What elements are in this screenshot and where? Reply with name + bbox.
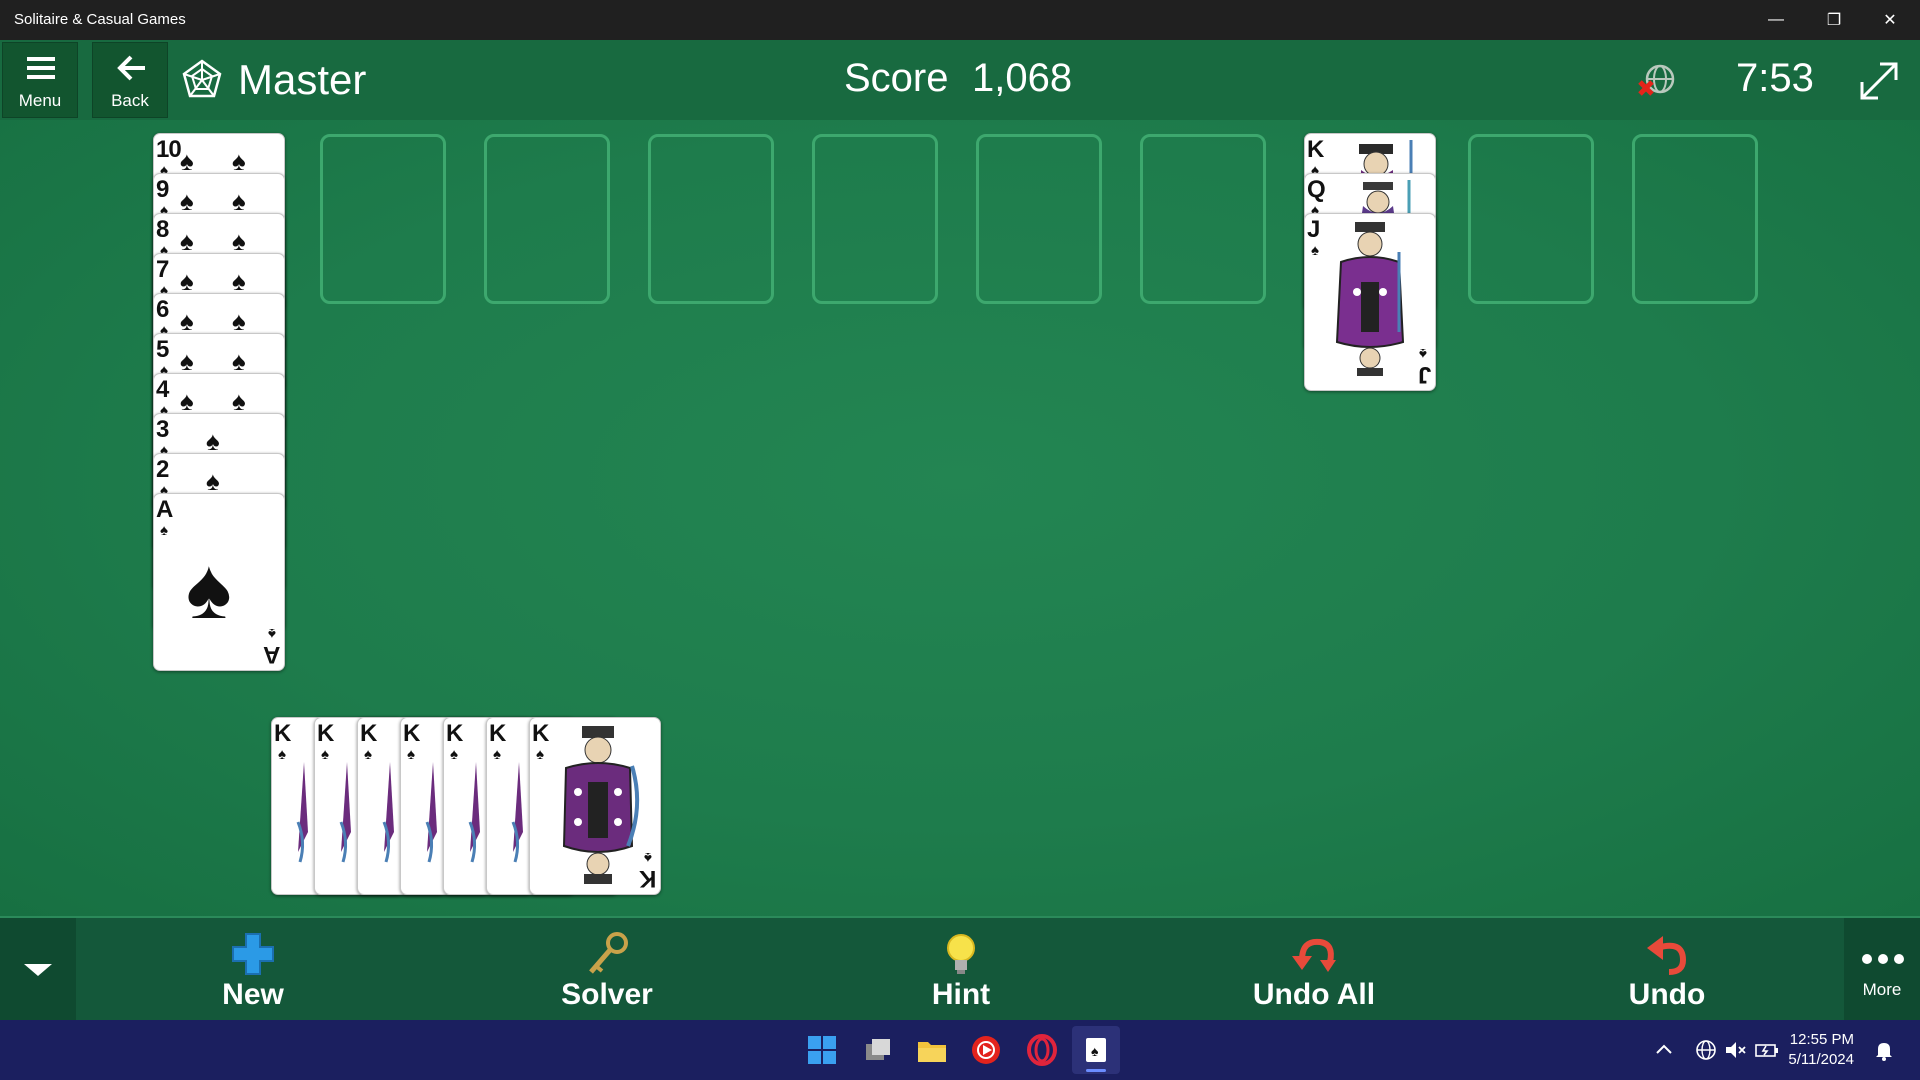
offline-globe-icon <box>1638 64 1675 96</box>
spade-icon: ♠ <box>364 746 372 763</box>
more-button[interactable]: More <box>1844 918 1920 1022</box>
youtube-music-icon[interactable] <box>970 1034 1002 1066</box>
empty-column-slot[interactable] <box>484 134 610 304</box>
game-header: Menu Back Master Score 1,068 7:53 <box>0 40 1920 120</box>
spade-icon: ♠ <box>278 746 286 763</box>
chevron-down-icon <box>24 964 52 976</box>
more-label: More <box>1862 980 1902 999</box>
solver-label: Solver <box>561 978 653 1011</box>
empty-column-slot[interactable] <box>812 134 938 304</box>
empty-column-slot[interactable] <box>1140 134 1266 304</box>
battery-icon[interactable] <box>1754 1038 1780 1062</box>
chevron-up-icon[interactable] <box>1654 1042 1674 1056</box>
score-value: 1,068 <box>972 56 1073 100</box>
spade-icon: ♠ <box>493 746 501 763</box>
spade-icon: ♠ <box>1419 345 1427 362</box>
spade-icon: ♠ <box>450 746 458 763</box>
restore-button[interactable]: ❐ <box>1806 0 1862 40</box>
spade-icon: ♠ <box>321 746 329 763</box>
title-bar: Solitaire & Casual Games — ❐ ✕ <box>0 0 1920 40</box>
os-taskbar: ♠ 12:55 PM 5/11/2024 <box>0 1020 1920 1080</box>
plus-icon <box>232 933 274 975</box>
empty-column-slot[interactable] <box>320 134 446 304</box>
spade-icon: ♠ <box>644 849 652 866</box>
hamburger-icon <box>27 57 55 79</box>
spade-icon: ♠ <box>407 746 415 763</box>
more-dots-icon <box>1862 954 1904 964</box>
svg-text:♠: ♠ <box>1091 1043 1099 1059</box>
empty-column-slot[interactable] <box>1632 134 1758 304</box>
level-indicator: Master <box>180 56 366 104</box>
undo-arrow-icon <box>1647 936 1687 975</box>
king-face-art <box>562 726 640 884</box>
jack-face-art <box>1335 222 1405 376</box>
active-app-indicator <box>1086 1069 1106 1072</box>
back-arrow-icon <box>117 55 145 81</box>
solitaire-taskbar-button[interactable]: ♠ <box>1072 1026 1120 1074</box>
close-button[interactable]: ✕ <box>1862 0 1918 40</box>
clock-area[interactable]: 12:55 PM 5/11/2024 <box>1788 1030 1854 1070</box>
spade-icon: ♠ <box>1311 242 1319 259</box>
window-title: Solitaire & Casual Games <box>14 11 186 28</box>
king-sword-art <box>339 762 351 863</box>
bottom-toolbar: New Solver Hint Undo All Undo More <box>0 916 1920 1022</box>
playing-card[interactable]: A ♠ ♠ A ♠ <box>153 493 285 671</box>
king-sword-art <box>511 762 523 863</box>
task-view-icon[interactable] <box>862 1034 894 1066</box>
opera-browser-icon[interactable] <box>1026 1034 1058 1066</box>
game-timer: 7:53 <box>1736 56 1814 100</box>
undo-all-icon <box>1292 938 1336 972</box>
undo-button[interactable]: Undo <box>1594 918 1740 1022</box>
windows-start-icon[interactable] <box>806 1034 838 1066</box>
undo-all-button[interactable]: Undo All <box>1234 918 1394 1022</box>
spider-web-icon <box>182 59 222 98</box>
score-label: Score <box>844 56 949 100</box>
undo-label: Undo <box>1628 978 1706 1011</box>
clock-time: 12:55 PM <box>1789 1031 1854 1048</box>
spade-icon: ♠ <box>160 522 168 539</box>
network-icon[interactable] <box>1694 1038 1718 1062</box>
play-area: 10 ♠ ♠ ♠ 9 ♠ ♠ ♠ 8 ♠ ♠ ♠ 7 ♠ ♠ ♠ 6 ♠ ♠ ♠ <box>0 120 1920 916</box>
level-name: Master <box>238 56 367 103</box>
king-sword-art <box>382 762 394 863</box>
ace-spade-center: ♠ <box>186 541 232 637</box>
playing-card[interactable]: J ♠ J ♠ <box>1304 213 1436 391</box>
solitaire-app-icon: ♠ <box>1086 1038 1106 1062</box>
solver-button[interactable]: Solver <box>534 918 680 1022</box>
clock-date: 5/11/2024 <box>1788 1051 1854 1068</box>
empty-column-slot[interactable] <box>1468 134 1594 304</box>
fullscreen-icon[interactable] <box>1856 58 1902 104</box>
menu-button[interactable]: Menu <box>2 42 78 118</box>
collapse-toolbar-button[interactable] <box>0 918 76 1022</box>
spade-icon: ♠ <box>536 746 544 763</box>
stock-card[interactable]: K ♠ K ♠ <box>529 717 661 895</box>
new-label: New <box>222 978 284 1011</box>
back-button[interactable]: Back <box>92 42 168 118</box>
file-explorer-icon[interactable] <box>916 1034 948 1066</box>
speaker-muted-icon[interactable] <box>1724 1038 1748 1062</box>
menu-label: Menu <box>18 91 62 110</box>
undo-all-label: Undo All <box>1252 978 1376 1011</box>
spade-icon: ♠ <box>268 625 276 642</box>
lightbulb-icon <box>947 934 975 974</box>
minimize-button[interactable]: — <box>1748 0 1804 40</box>
king-sword-art <box>296 762 308 863</box>
empty-column-slot[interactable] <box>648 134 774 304</box>
hint-button[interactable]: Hint <box>888 918 1034 1022</box>
hint-label: Hint <box>931 978 991 1011</box>
back-label: Back <box>111 91 149 110</box>
king-sword-art <box>468 762 480 863</box>
new-game-button[interactable]: New <box>180 918 326 1022</box>
key-icon <box>589 932 628 974</box>
notification-bell-icon[interactable] <box>1872 1038 1896 1062</box>
king-sword-art <box>425 762 437 863</box>
empty-column-slot[interactable] <box>976 134 1102 304</box>
